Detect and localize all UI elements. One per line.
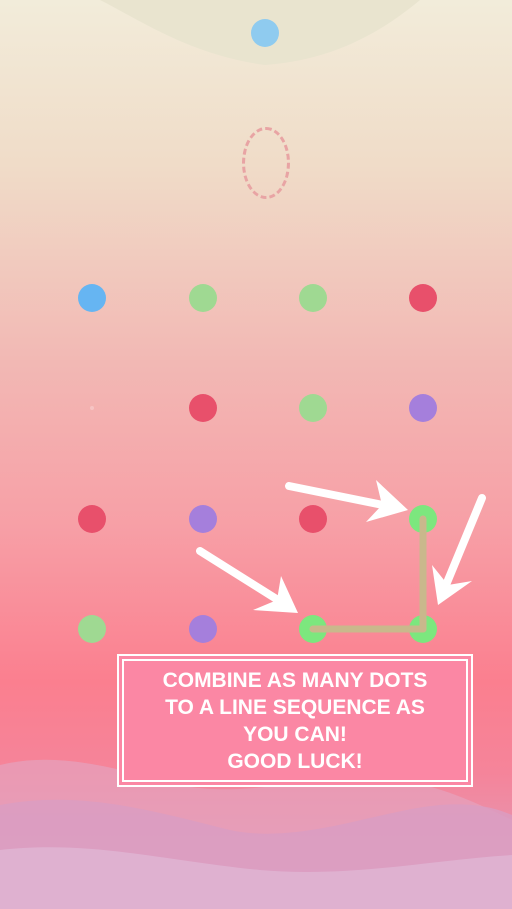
- arrow-icon: [432, 494, 486, 605]
- target-dot: [251, 19, 279, 47]
- dot-green[interactable]: [78, 615, 106, 643]
- dot-purple[interactable]: [189, 505, 217, 533]
- tutorial-message-box: COMBINE AS MANY DOTS TO A LINE SEQUENCE …: [117, 654, 473, 787]
- dot-red[interactable]: [189, 394, 217, 422]
- connection-line: [309, 515, 427, 633]
- dot-bright-green[interactable]: [299, 615, 327, 643]
- dot-bright-green[interactable]: [409, 505, 437, 533]
- dot-green[interactable]: [189, 284, 217, 312]
- dot-red[interactable]: [299, 505, 327, 533]
- dot-purple[interactable]: [409, 394, 437, 422]
- tutorial-line: GOOD LUCK!: [227, 749, 363, 773]
- dot-red[interactable]: [409, 284, 437, 312]
- dot-blue[interactable]: [78, 284, 106, 312]
- empty-slot: [90, 406, 94, 410]
- dot-purple[interactable]: [189, 615, 217, 643]
- dot-red[interactable]: [78, 505, 106, 533]
- game-stage: COMBINE AS MANY DOTS TO A LINE SEQUENCE …: [0, 0, 512, 909]
- dot-bright-green[interactable]: [409, 615, 437, 643]
- dot-green[interactable]: [299, 284, 327, 312]
- arrow-icon: [196, 547, 298, 613]
- next-dot-placeholder: [242, 127, 290, 199]
- tutorial-line: YOU CAN!: [243, 722, 347, 746]
- dot-green[interactable]: [299, 394, 327, 422]
- tutorial-line: TO A LINE SEQUENCE AS: [165, 695, 425, 719]
- tutorial-line: COMBINE AS MANY DOTS: [162, 668, 428, 692]
